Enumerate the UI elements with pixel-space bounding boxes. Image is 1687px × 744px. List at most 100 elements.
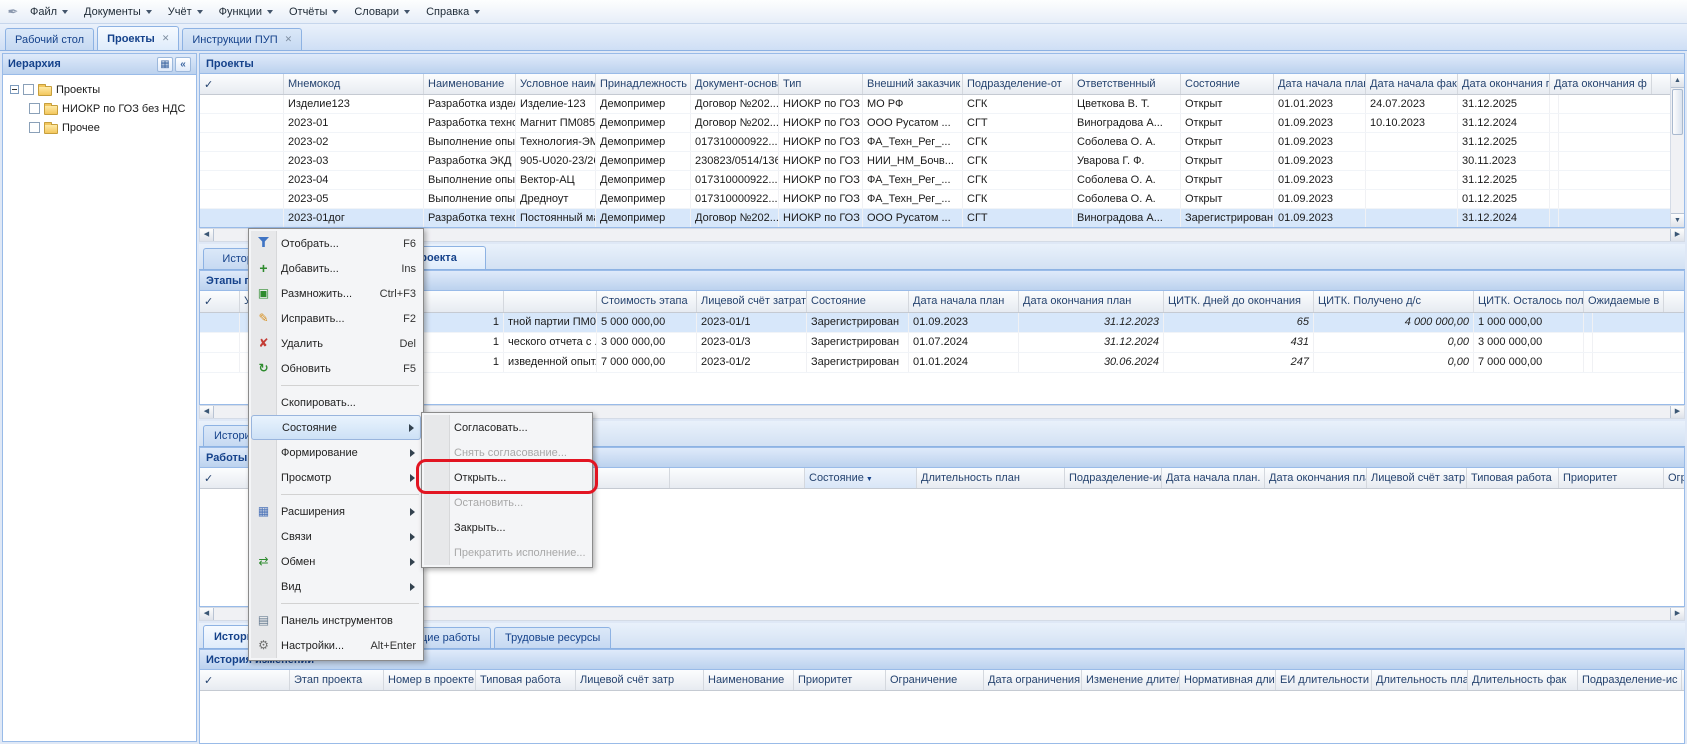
column-header[interactable]: Подразделение-от — [963, 74, 1073, 94]
column-header[interactable]: ЦИТК. Дней до окончания — [1164, 291, 1314, 312]
column-header[interactable]: Подразделение-ис — [1578, 670, 1682, 690]
column-header[interactable]: Приоритет — [1559, 468, 1664, 488]
column-header[interactable]: Ответственный — [1073, 74, 1181, 94]
scroll-left-icon[interactable] — [200, 406, 214, 418]
column-header[interactable]: Нормативная длит — [1180, 670, 1276, 690]
submenu-item[interactable]: Согласовать... — [424, 415, 590, 440]
column-header[interactable]: Дата начала план — [909, 291, 1019, 312]
menu-item[interactable]: Отобрать... F6 — [251, 231, 421, 256]
menu-item[interactable] — [251, 490, 421, 499]
scroll-left-icon[interactable] — [200, 608, 214, 620]
tree-expander-icon[interactable] — [10, 85, 19, 94]
column-header[interactable]: Наименование — [424, 74, 516, 94]
column-header[interactable]: Длительность план — [917, 468, 1065, 488]
column-header[interactable]: Номер в проекте — [384, 670, 476, 690]
table-row[interactable]: 2023-05Выполнение опытно-конс...Дредноут… — [200, 190, 1684, 209]
submenu-item[interactable]: Открыть... — [424, 465, 590, 490]
submenu-item[interactable]: Прекратить исполнение... — [424, 540, 590, 565]
menu-item[interactable]: Формирование — [251, 440, 421, 465]
scroll-right-icon[interactable] — [1670, 229, 1684, 241]
menu-item[interactable]: Обновить F5 — [251, 356, 421, 381]
menu-item[interactable]: Расширения — [251, 499, 421, 524]
column-header[interactable]: Дата начала факт — [1366, 74, 1458, 94]
menu-item[interactable]: Просмотр — [251, 465, 421, 490]
scroll-up-icon[interactable] — [1671, 74, 1684, 88]
window-tab[interactable]: Инструкции ПУП — [182, 28, 302, 50]
column-header[interactable]: ✓ — [200, 74, 284, 94]
menu-item[interactable] — [251, 599, 421, 608]
window-tab[interactable]: Рабочий стол — [5, 28, 94, 50]
scroll-down-icon[interactable] — [1671, 213, 1684, 227]
menubar-item[interactable]: Документы — [76, 2, 160, 22]
column-header[interactable]: Ограничение — [886, 670, 984, 690]
column-header[interactable]: Типовая работа — [1467, 468, 1559, 488]
column-header[interactable]: Состояние — [805, 468, 917, 488]
column-header[interactable]: Лицевой счёт затрат — [697, 291, 807, 312]
menu-item[interactable]: Вид — [251, 574, 421, 599]
menu-item[interactable]: Исправить... F2 — [251, 306, 421, 331]
scroll-right-icon[interactable] — [1670, 406, 1684, 418]
tree-item[interactable]: НИОКР по ГОЗ без НДС — [5, 99, 194, 118]
table-row[interactable]: 2023-01догРазработка технологии...Постоя… — [200, 209, 1684, 228]
column-header[interactable]: Лицевой счёт затр — [1367, 468, 1467, 488]
menubar-item[interactable]: Отчёты — [281, 2, 346, 22]
column-header[interactable] — [670, 468, 805, 488]
scroll-thumb[interactable] — [1672, 89, 1683, 135]
submenu-item[interactable]: Закрыть... — [424, 515, 590, 540]
table-row[interactable]: 2023-01Разработка технологии и...Магнит … — [200, 114, 1684, 133]
column-header[interactable]: Дата начала план. — [1274, 74, 1366, 94]
column-header[interactable]: Документ-основан — [691, 74, 779, 94]
close-icon[interactable] — [285, 35, 293, 44]
column-header[interactable]: Дата окончания ф — [1550, 74, 1652, 94]
menu-item[interactable]: Связи — [251, 524, 421, 549]
menu-item[interactable]: Удалить Del — [251, 331, 421, 356]
column-header[interactable]: Дата окончания пл — [1458, 74, 1550, 94]
column-header[interactable]: Дата ограничения — [984, 670, 1082, 690]
column-header[interactable]: Приоритет — [794, 670, 886, 690]
submenu-item[interactable]: Снять согласование... — [424, 440, 590, 465]
column-header[interactable]: Внешний заказчик — [863, 74, 963, 94]
column-header[interactable]: Дата окончания план — [1265, 468, 1367, 488]
table-row[interactable]: 2023-02Выполнение опытно-конс...Технолог… — [200, 133, 1684, 152]
column-header[interactable]: Подразделение-исполнитель. — [1065, 468, 1162, 488]
locate-icon[interactable] — [157, 57, 173, 72]
column-header[interactable]: Стоимость этапа — [597, 291, 697, 312]
column-header[interactable]: Ограничени — [1664, 468, 1685, 488]
collapse-panel-icon[interactable] — [175, 57, 191, 72]
menubar-item[interactable]: Словари — [346, 2, 418, 22]
column-header[interactable]: Наименование — [704, 670, 794, 690]
column-header[interactable]: Мнемокод — [284, 74, 424, 94]
column-header[interactable]: Длительность пла — [1372, 670, 1468, 690]
column-header[interactable]: Дата окончания план — [1019, 291, 1164, 312]
scroll-left-icon[interactable] — [200, 229, 214, 241]
menu-item[interactable]: Настройки... Alt+Enter — [251, 633, 421, 658]
column-header[interactable] — [504, 291, 597, 312]
column-header[interactable]: Условное наименова — [516, 74, 596, 94]
menu-item[interactable]: Размножить... Ctrl+F3 — [251, 281, 421, 306]
column-header[interactable]: Изменение длител — [1082, 670, 1180, 690]
menubar-item[interactable]: Функции — [211, 2, 281, 22]
column-header[interactable]: ЦИТК. Осталось получить д/с — [1474, 291, 1584, 312]
column-header[interactable]: Дата начала план. — [1162, 468, 1265, 488]
tree-item[interactable]: Прочее — [5, 118, 194, 137]
table-row[interactable]: 2023-04Выполнение опытно-конс...Вектор-А… — [200, 171, 1684, 190]
column-header[interactable]: Тип — [779, 74, 863, 94]
scroll-right-icon[interactable] — [1670, 608, 1684, 620]
column-header[interactable]: ЦИТК. Получено д/с — [1314, 291, 1474, 312]
menu-item[interactable]: Скопировать... — [251, 390, 421, 415]
column-header[interactable]: ✓ — [200, 291, 240, 312]
column-header[interactable]: Длительность фак — [1468, 670, 1578, 690]
column-header[interactable]: Принадлежность — [596, 74, 691, 94]
column-header[interactable]: Состояние — [807, 291, 909, 312]
column-header[interactable]: Ожидаемые в — [1584, 291, 1664, 312]
column-header[interactable]: Этап проекта — [290, 670, 384, 690]
menu-item[interactable]: Обмен — [251, 549, 421, 574]
tab-history[interactable]: Трудовые ресурсы — [494, 627, 611, 648]
tree-checkbox[interactable] — [29, 122, 40, 133]
menubar-item[interactable]: Файл — [22, 2, 76, 22]
column-header[interactable]: ✓ — [200, 670, 290, 690]
column-header[interactable]: Типовая работа — [476, 670, 576, 690]
tree-item[interactable]: Проекты — [5, 80, 194, 99]
tree-checkbox[interactable] — [29, 103, 40, 114]
menubar-item[interactable]: Справка — [418, 2, 488, 22]
